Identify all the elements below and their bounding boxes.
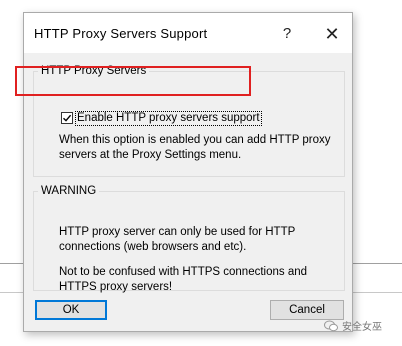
watermark: 安全女巫: [324, 318, 382, 333]
warning-text: HTTP proxy server can only be used for H…: [59, 226, 296, 253]
watermark-text: 安全女巫: [342, 322, 382, 333]
warning-group: WARNING HTTP proxy server can only be us…: [33, 185, 345, 293]
dialog-title: HTTP Proxy Servers Support: [34, 26, 208, 41]
proxy-servers-group: HTTP Proxy Servers Enable HTTP proxy ser…: [33, 65, 345, 177]
wechat-icon: [324, 320, 338, 331]
checkmark-icon: [63, 114, 72, 122]
close-button[interactable]: ✕: [322, 25, 342, 43]
enable-proxy-option[interactable]: Enable HTTP proxy servers support: [61, 110, 262, 126]
group-legend: HTTP Proxy Servers: [41, 65, 147, 77]
enable-proxy-checkbox[interactable]: [61, 112, 73, 124]
title-bar: HTTP Proxy Servers Support ? ✕: [24, 13, 352, 53]
enable-proxy-label[interactable]: Enable HTTP proxy servers support: [75, 110, 262, 126]
cancel-button[interactable]: Cancel: [270, 300, 344, 320]
ok-button[interactable]: OK: [35, 300, 107, 320]
group-legend: WARNING: [41, 185, 97, 197]
option-description: When this option is enabled you can add …: [59, 134, 331, 161]
help-button[interactable]: ?: [277, 25, 297, 43]
warning-text: Not to be confused with HTTPS connection…: [59, 266, 308, 293]
proxy-support-dialog: HTTP Proxy Servers Support ? ✕ HTTP Prox…: [23, 12, 353, 332]
